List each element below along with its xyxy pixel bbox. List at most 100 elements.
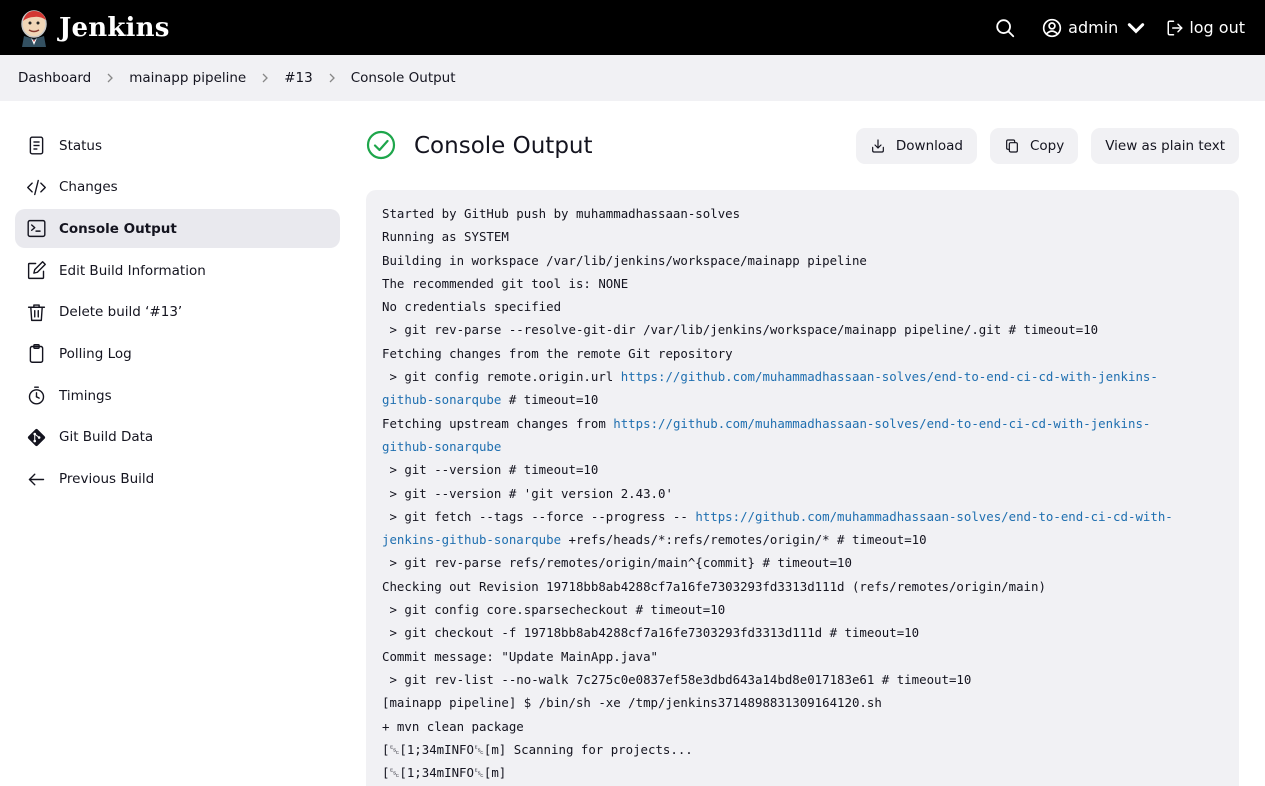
console-line: > git config core.sparsecheckout # timeo… xyxy=(382,598,1223,621)
status-icon xyxy=(29,136,44,155)
console-line: Fetching changes from the remote Git rep… xyxy=(382,342,1223,365)
console-line: > git fetch --tags --force --progress --… xyxy=(382,505,1223,528)
console-text: Running as SYSTEM xyxy=(382,229,509,245)
console-line: Checking out Revision 19718bb8ab4288cf7a… xyxy=(382,575,1223,598)
console-link[interactable]: github-sonarqube xyxy=(382,392,501,407)
console-text: [␛[1;34mINFO␛[m] xyxy=(382,765,507,781)
sidebar-item-previous-build[interactable]: Previous Build xyxy=(15,460,340,499)
sidebar-item-label: Timings xyxy=(59,387,112,404)
console-line: + mvn clean package xyxy=(382,715,1223,738)
sidebar-item-status[interactable]: Status xyxy=(15,126,340,165)
sidebar-item-console-output[interactable]: Console Output xyxy=(15,209,340,249)
stopwatch-icon xyxy=(28,386,45,405)
console-line: No credentials specified xyxy=(382,295,1223,318)
chevron-down-icon xyxy=(1128,22,1145,33)
console-text: Checking out Revision 19718bb8ab4288cf7a… xyxy=(382,578,1046,594)
console-link[interactable]: jenkins-github-sonarqube xyxy=(382,532,561,547)
console-line: > git --version # 'git version 2.43.0' xyxy=(382,482,1223,505)
console-text: + mvn clean package xyxy=(382,718,524,734)
download-button[interactable]: Download xyxy=(855,128,977,164)
sidebar: Status Changes Console Output Edit Build… xyxy=(15,126,340,501)
code-icon xyxy=(27,179,46,195)
jenkins-logo-icon xyxy=(21,9,47,47)
console-text: # timeout=10 xyxy=(501,392,599,408)
copy-icon xyxy=(1006,139,1018,153)
sidebar-item-label: Edit Build Information xyxy=(59,262,206,279)
console-line: > git checkout -f 19718bb8ab4288cf7a16fe… xyxy=(382,621,1223,644)
breadcrumb-current[interactable]: Console Output xyxy=(351,70,456,86)
user-menu-button[interactable]: admin xyxy=(1042,18,1152,38)
arrow-left-icon xyxy=(28,473,45,485)
view-plain-text-button[interactable]: View as plain text xyxy=(1091,128,1239,164)
console-link[interactable]: https://github.com/muhammadhassaan-solve… xyxy=(695,509,1172,524)
console-text: > git config remote.origin.url xyxy=(382,369,621,385)
copy-button[interactable]: Copy xyxy=(989,128,1079,164)
console-line: > git --version # timeout=10 xyxy=(382,458,1223,481)
logout-button[interactable]: log out xyxy=(1166,18,1245,37)
console-text: > git checkout -f 19718bb8ab4288cf7a16fe… xyxy=(382,625,920,641)
breadcrumb-build[interactable]: #13 xyxy=(284,70,313,86)
console-line: > git rev-parse --resolve-git-dir /var/l… xyxy=(382,318,1223,341)
console-line: > git rev-parse refs/remotes/origin/main… xyxy=(382,551,1223,574)
console-line: github-sonarqube xyxy=(382,435,1223,458)
console-line: Commit message: "Update MainApp.java" xyxy=(382,645,1223,668)
console-text: > git config core.sparsecheckout # timeo… xyxy=(382,602,726,618)
console-line: jenkins-github-sonarqube +refs/heads/*:r… xyxy=(382,528,1223,551)
console-link[interactable]: github-sonarqube xyxy=(382,439,501,454)
page-title: Console Output xyxy=(414,133,593,159)
console-text: > git --version # 'git version 2.43.0' xyxy=(382,485,673,501)
sidebar-item-label: Delete build ‘#13’ xyxy=(59,304,183,321)
console-link[interactable]: https://github.com/muhammadhassaan-solve… xyxy=(613,416,1150,431)
git-icon xyxy=(27,428,46,446)
console-line: Started by GitHub push by muhammadhassaa… xyxy=(382,202,1223,225)
console-line: [␛[1;34mINFO␛[m] xyxy=(382,761,1223,784)
console-line: Building in workspace /var/lib/jenkins/w… xyxy=(382,249,1223,272)
console-text: Commit message: "Update MainApp.java" xyxy=(382,648,659,664)
copy-label: Copy xyxy=(1029,138,1065,154)
edit-icon xyxy=(27,261,46,280)
chevron-right-icon xyxy=(107,73,114,83)
breadcrumb-pipeline[interactable]: mainapp pipeline xyxy=(129,70,246,86)
console-text: > git rev-parse --resolve-git-dir /var/l… xyxy=(382,322,1099,338)
console-line: [mainapp pipeline] $ /bin/sh -xe /tmp/je… xyxy=(382,691,1223,714)
console-text: [␛[1;34mINFO␛[m] Scanning for projects..… xyxy=(382,741,693,757)
jenkins-home-link[interactable]: Jenkins xyxy=(18,9,170,47)
success-check-icon xyxy=(366,130,396,160)
search-icon[interactable] xyxy=(994,17,1016,39)
sidebar-item-label: Console Output xyxy=(59,220,177,237)
breadcrumb: Dashboard mainapp pipeline #13 Console O… xyxy=(0,55,1265,101)
chevron-right-icon xyxy=(329,73,335,83)
sidebar-item-label: Previous Build xyxy=(59,471,155,487)
console-line: github-sonarqube # timeout=10 xyxy=(382,388,1223,411)
sidebar-item-label: Changes xyxy=(59,179,118,196)
console-text: Fetching changes from the remote Git rep… xyxy=(382,345,733,361)
console-text: Building in workspace /var/lib/jenkins/w… xyxy=(382,252,867,268)
sidebar-item-label: Git Build Data xyxy=(59,429,154,446)
console-line: Running as SYSTEM xyxy=(382,225,1223,248)
console-output[interactable]: Started by GitHub push by muhammadhassaa… xyxy=(366,190,1239,786)
console-text: > git --version # timeout=10 xyxy=(382,462,599,478)
console-text: Started by GitHub push by muhammadhassaa… xyxy=(382,206,741,221)
brand-name: Jenkins xyxy=(59,12,170,43)
breadcrumb-dashboard[interactable]: Dashboard xyxy=(18,70,91,86)
console-link[interactable]: https://github.com/muhammadhassaan-solve… xyxy=(621,369,1158,384)
sidebar-item-changes[interactable]: Changes xyxy=(15,168,340,207)
console-text: > git rev-list --no-walk 7c275c0e0837ef5… xyxy=(382,671,972,687)
user-name: admin xyxy=(1068,18,1119,37)
header-actions: admin log out xyxy=(994,0,1245,55)
console-text: > git fetch --tags --force --progress -- xyxy=(382,508,696,524)
sidebar-item-edit-build-information[interactable]: Edit Build Information xyxy=(15,251,340,290)
console-text: +refs/heads/*:refs/remotes/origin/* # ti… xyxy=(561,532,927,548)
terminal-icon xyxy=(27,220,46,238)
console-text: Fetching upstream changes from xyxy=(382,415,614,431)
chevron-right-icon xyxy=(262,73,269,83)
sidebar-item-delete-build[interactable]: Delete build ‘#13’ xyxy=(15,293,340,332)
console-text: The recommended git tool is: NONE xyxy=(382,275,629,291)
sidebar-item-git-build-data[interactable]: Git Build Data xyxy=(15,418,340,457)
console-line: > git rev-list --no-walk 7c275c0e0837ef5… xyxy=(382,668,1223,691)
sidebar-item-polling-log[interactable]: Polling Log xyxy=(15,334,340,373)
console-line: > git config remote.origin.url https://g… xyxy=(382,365,1223,388)
console-line: The recommended git tool is: NONE xyxy=(382,272,1223,295)
console-actions: Download Copy View as plain text xyxy=(843,128,1239,164)
sidebar-item-timings[interactable]: Timings xyxy=(15,376,340,415)
